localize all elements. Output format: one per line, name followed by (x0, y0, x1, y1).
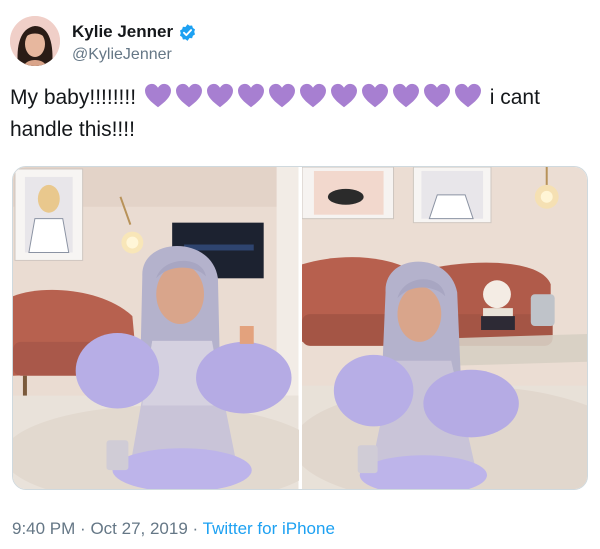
tweet-source-link[interactable]: Twitter for iPhone (203, 519, 335, 538)
tweet-text-before: My baby!!!!!!!! (10, 86, 137, 109)
author-handle[interactable]: @KylieJenner (72, 46, 172, 64)
purple-heart-icon (361, 84, 388, 108)
tweet-meta: 9:40 PM · Oct 27, 2019 · Twitter for iPh… (12, 519, 335, 539)
tweet-date[interactable]: Oct 27, 2019 (90, 519, 187, 538)
purple-hearts-emoji-group (144, 83, 482, 109)
avatar[interactable] (10, 16, 60, 66)
photo-child-lavender-dress-right-icon (301, 167, 587, 489)
meta-separator: · (80, 519, 86, 538)
purple-heart-icon (330, 84, 357, 108)
tweet-time[interactable]: 9:40 PM (12, 519, 75, 538)
purple-heart-icon (454, 84, 481, 108)
photo-left[interactable] (13, 167, 299, 489)
purple-heart-icon (423, 84, 450, 108)
author-name-row[interactable]: Kylie Jenner (72, 22, 197, 42)
meta-separator: · (192, 519, 199, 538)
purple-heart-icon (175, 84, 202, 108)
purple-heart-icon (237, 84, 264, 108)
avatar-photo-icon (10, 16, 60, 66)
purple-heart-icon (144, 84, 171, 108)
media-grid (12, 166, 588, 490)
purple-heart-icon (299, 84, 326, 108)
photo-right[interactable] (301, 167, 587, 489)
verified-badge-icon (180, 23, 196, 41)
purple-heart-icon (392, 84, 419, 108)
purple-heart-icon (268, 84, 295, 108)
tweet-text: My baby!!!!!!!! i cant handle this!!!! (10, 82, 595, 146)
photo-child-lavender-dress-left-icon (13, 167, 299, 489)
purple-heart-icon (206, 84, 233, 108)
tweet-card: Kylie Jenner @KylieJenner My baby!!!!!!!… (0, 0, 600, 549)
display-name[interactable]: Kylie Jenner (72, 22, 173, 42)
